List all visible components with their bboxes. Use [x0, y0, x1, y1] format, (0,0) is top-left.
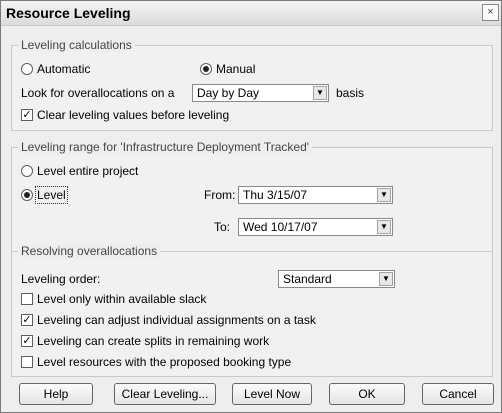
leveling-order-select[interactable]: Standard ▼: [278, 270, 395, 288]
check-icon[interactable]: ✓: [21, 109, 33, 121]
title-bar: Resource Leveling ×: [1, 1, 501, 26]
check-icon[interactable]: ✓: [21, 314, 33, 326]
automatic-label: Automatic: [37, 62, 91, 76]
clear-leveling-button[interactable]: Clear Leveling...: [114, 383, 216, 405]
level-entire-project-label: Level entire project: [37, 164, 139, 178]
leveling-range-legend: Leveling range for 'Infrastructure Deplo…: [18, 140, 313, 154]
level-entire-project-radio[interactable]: Level entire project: [21, 164, 138, 178]
chevron-down-icon[interactable]: ▼: [379, 272, 393, 286]
overallocation-basis-select[interactable]: Day by Day ▼: [192, 84, 329, 102]
resolving-overallocations-legend: Resolving overallocations: [18, 244, 161, 258]
level-range-label: Level: [35, 186, 68, 204]
from-date-value: Thu 3/15/07: [243, 188, 308, 202]
chevron-down-icon[interactable]: ▼: [313, 86, 327, 100]
leveling-range-group: Leveling range for 'Infrastructure Deplo…: [11, 140, 493, 259]
from-label: From:: [204, 188, 236, 202]
ok-button[interactable]: OK: [329, 383, 405, 405]
level-entire-project-indicator[interactable]: [21, 165, 33, 177]
help-button[interactable]: Help: [19, 383, 93, 405]
level-within-slack-label: Level only within available slack: [37, 292, 207, 306]
to-date-value: Wed 10/17/07: [243, 220, 318, 234]
check-icon[interactable]: ✓: [21, 335, 33, 347]
manual-label: Manual: [216, 62, 256, 76]
dialog-title: Resource Leveling: [6, 5, 131, 21]
leveling-calculations-group: Leveling calculations Automatic Manual L…: [11, 38, 493, 131]
leveling-order-label: Leveling order:: [21, 272, 101, 286]
level-within-slack-checkbox[interactable]: Level only within available slack: [21, 292, 206, 306]
level-within-slack-box[interactable]: [21, 293, 33, 305]
to-date-select[interactable]: Wed 10/17/07 ▼: [238, 218, 393, 236]
manual-radio-indicator[interactable]: [200, 63, 212, 75]
adjust-assignments-label: Leveling can adjust individual assignmen…: [37, 313, 316, 327]
leveling-calculations-legend: Leveling calculations: [18, 38, 135, 52]
manual-radio[interactable]: Manual: [200, 62, 255, 76]
overallocations-suffix-label: basis: [336, 86, 365, 100]
clear-leveling-values-label: Clear leveling values before leveling: [37, 108, 230, 122]
leveling-order-value: Standard: [283, 272, 332, 286]
proposed-booking-checkbox[interactable]: Level resources with the proposed bookin…: [21, 355, 291, 369]
to-label: To:: [214, 220, 231, 234]
level-range-radio[interactable]: Level: [21, 186, 68, 204]
close-icon[interactable]: ×: [482, 4, 499, 21]
automatic-radio-indicator[interactable]: [21, 63, 33, 75]
resource-leveling-dialog: Resource Leveling × Leveling calculation…: [0, 0, 502, 413]
cancel-button[interactable]: Cancel: [422, 383, 494, 405]
overallocation-basis-value: Day by Day: [197, 86, 260, 100]
level-range-indicator[interactable]: [21, 189, 33, 201]
chevron-down-icon[interactable]: ▼: [377, 188, 391, 202]
overallocations-prefix-label: Look for overallocations on a: [21, 86, 175, 100]
create-splits-label: Leveling can create splits in remaining …: [37, 334, 270, 348]
proposed-booking-label: Level resources with the proposed bookin…: [37, 355, 292, 369]
chevron-down-icon[interactable]: ▼: [377, 220, 391, 234]
from-date-select[interactable]: Thu 3/15/07 ▼: [238, 186, 393, 204]
level-now-button[interactable]: Level Now: [232, 383, 312, 405]
create-splits-checkbox[interactable]: ✓ Leveling can create splits in remainin…: [21, 334, 269, 348]
clear-leveling-values-checkbox[interactable]: ✓ Clear leveling values before leveling: [21, 108, 229, 122]
automatic-radio[interactable]: Automatic: [21, 62, 90, 76]
resolving-overallocations-group: Resolving overallocations Leveling order…: [11, 244, 493, 377]
adjust-assignments-checkbox[interactable]: ✓ Leveling can adjust individual assignm…: [21, 313, 316, 327]
proposed-booking-box[interactable]: [21, 356, 33, 368]
